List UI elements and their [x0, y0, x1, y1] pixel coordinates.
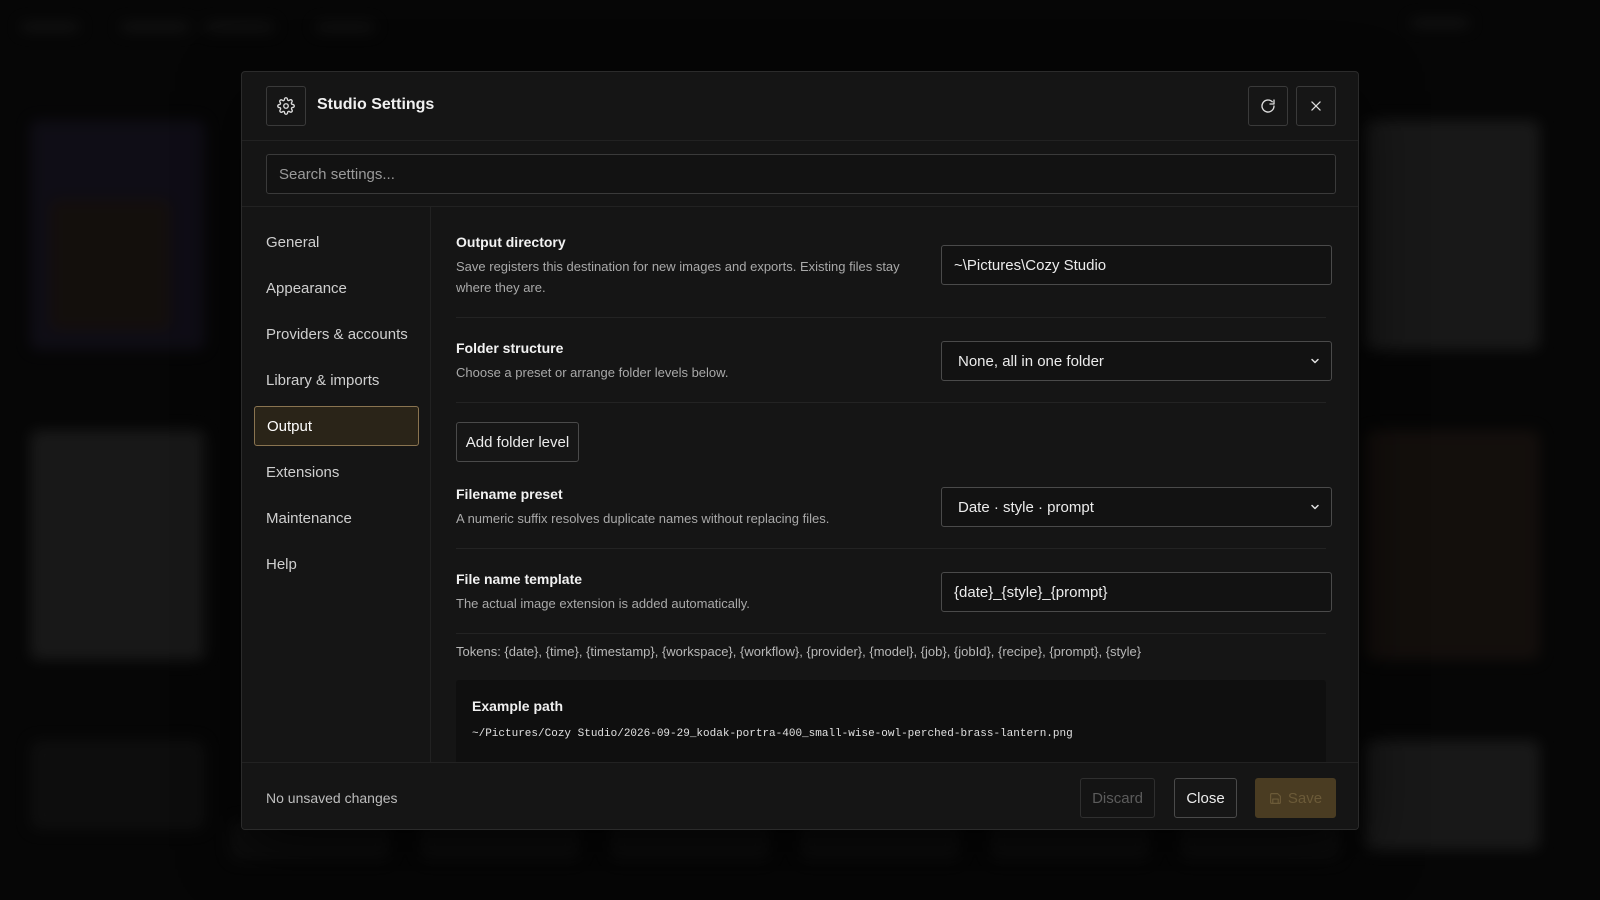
file-name-template-help: The actual image extension is added auto… — [456, 596, 750, 611]
folder-structure-select[interactable]: None, all in one folder — [941, 341, 1332, 381]
dialog-header: Studio Settings — [242, 72, 1358, 141]
chevron-down-icon — [1311, 358, 1319, 364]
filename-preset-help: A numeric suffix resolves duplicate name… — [456, 511, 830, 526]
output-settings-panel: Output directory Save registers this des… — [432, 207, 1358, 762]
dialog-footer: No unsaved changes Discard Close Save — [242, 762, 1358, 829]
output-directory-label: Output directory — [456, 234, 566, 250]
sidebar-item-appearance[interactable]: Appearance — [254, 268, 419, 308]
gear-icon — [277, 97, 295, 115]
save-button-label: Save — [1287, 789, 1323, 807]
example-path-value: ~/Pictures/Cozy Studio/2026-09-29_kodak-… — [472, 728, 1073, 740]
sidebar-item-help[interactable]: Help — [254, 544, 419, 584]
settings-dialog: Studio Settings General Appearance Provi… — [241, 71, 1359, 830]
filename-preset-value: Date · style · prompt — [958, 498, 1094, 516]
output-directory-input[interactable]: ~\Pictures\Cozy Studio — [941, 245, 1332, 285]
example-path-title: Example path — [472, 698, 564, 714]
filename-preset-label: Filename preset — [456, 486, 563, 502]
close-dialog-button[interactable] — [1296, 86, 1336, 126]
folder-structure-value: None, all in one folder — [958, 352, 1104, 370]
tokens-hint: Tokens: {date}, {time}, {timestamp}, {wo… — [456, 644, 1142, 659]
settings-sidebar: General Appearance Providers & accounts … — [242, 207, 431, 762]
sidebar-item-output[interactable]: Output — [254, 406, 419, 446]
sidebar-item-providers-accounts[interactable]: Providers & accounts — [254, 314, 419, 354]
divider — [456, 317, 1326, 318]
close-button[interactable]: Close — [1174, 778, 1237, 818]
sidebar-item-general[interactable]: General — [254, 222, 419, 262]
folder-structure-label: Folder structure — [456, 340, 564, 356]
example-path-box: Example path ~/Pictures/Cozy Studio/2026… — [456, 680, 1326, 762]
reload-button[interactable] — [1248, 86, 1288, 126]
divider — [456, 402, 1326, 403]
refresh-icon — [1261, 99, 1275, 113]
save-status: No unsaved changes — [266, 790, 398, 806]
save-icon — [1269, 792, 1281, 804]
filename-preset-select[interactable]: Date · style · prompt — [941, 487, 1332, 527]
discard-button[interactable]: Discard — [1080, 778, 1155, 818]
sidebar-item-library-imports[interactable]: Library & imports — [254, 360, 419, 400]
file-name-template-label: File name template — [456, 571, 583, 587]
close-icon — [1311, 101, 1321, 111]
folder-structure-help: Choose a preset or arrange folder levels… — [456, 365, 729, 380]
add-folder-level-button[interactable]: Add folder level — [456, 422, 579, 462]
search-input[interactable] — [266, 154, 1336, 194]
sidebar-item-extensions[interactable]: Extensions — [254, 452, 419, 492]
save-button[interactable]: Save — [1255, 778, 1336, 818]
output-directory-help: Save registers this destination for new … — [456, 259, 900, 295]
file-name-template-input[interactable]: {date}_{style}_{prompt} — [941, 572, 1332, 612]
dialog-title: Studio Settings — [317, 96, 435, 113]
chevron-down-icon — [1311, 504, 1319, 510]
divider — [456, 548, 1326, 549]
settings-icon-button — [266, 86, 306, 126]
divider — [456, 633, 1326, 634]
sidebar-item-maintenance[interactable]: Maintenance — [254, 498, 419, 538]
